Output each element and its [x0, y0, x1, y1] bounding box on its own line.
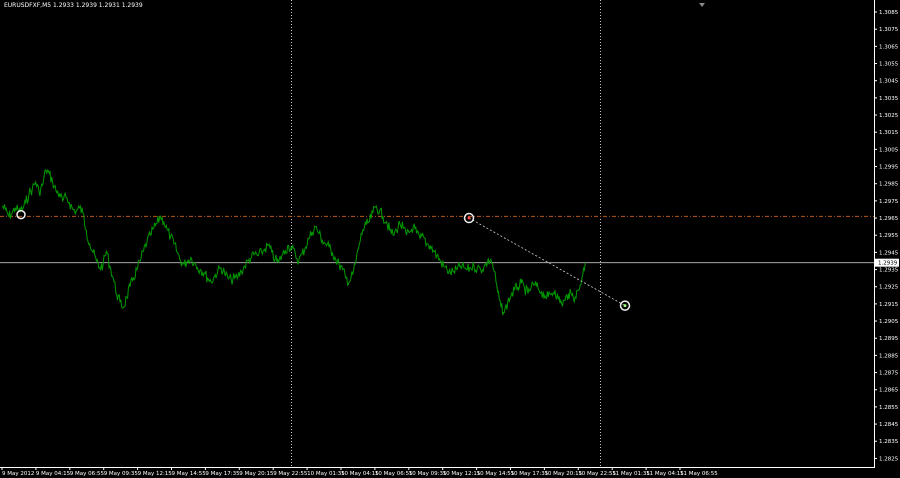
x-tick-label: 11 May 06:55	[680, 471, 718, 477]
x-tick-label: 10 May 09:35	[409, 471, 447, 477]
y-tick-label: 1.3065	[879, 44, 899, 50]
x-tick-label: 9 May 2012	[2, 471, 34, 477]
y-tick-label: 1.3075	[879, 27, 899, 33]
y-tick-label: 1.3015	[879, 130, 899, 136]
x-tick-label: 10 May 06:55	[375, 471, 413, 477]
axis-layer: 1.3085 1.3075 1.3065 1.3055 1.3045 1.3035 1.30…	[0, 0, 899, 477]
x-tick-label: 9 May 06:55	[70, 471, 105, 477]
x-tick-label: 10 May 20:15	[544, 471, 582, 477]
trade-entry-marker-dot	[467, 216, 471, 220]
y-tick-label: 1.3035	[879, 96, 899, 102]
y-tick-label: 1.2935	[879, 268, 899, 274]
y-tick-label: 1.3045	[879, 79, 899, 85]
time-scale: 9 May 2012 9 May 04:15 9 May 06:55 9 May 09…	[1, 467, 718, 477]
x-tick-label: 10 May 17:35	[511, 471, 549, 477]
y-tick-label: 1.2875	[879, 371, 899, 377]
x-tick-label: 10 May 14:55	[477, 471, 515, 477]
x-tick-label: 9 May 12:15	[138, 471, 173, 477]
y-tick-label: 1.2835	[879, 439, 899, 445]
current-price-box: 1.2939	[875, 258, 899, 267]
x-tick-label: 9 May 09:35	[104, 471, 139, 477]
y-tick-label: 1.2895	[879, 336, 899, 342]
y-tick-label: 1.2995	[879, 165, 899, 171]
x-tick-label: 11 May 04:15	[646, 471, 684, 477]
x-tick-label: 9 May 14:55	[172, 471, 207, 477]
x-tick-label: 9 May 04:15	[36, 471, 71, 477]
x-tick-label: 11 May 01:35	[612, 471, 650, 477]
price-chart[interactable]: 1.3085 1.3075 1.3065 1.3055 1.3045 1.3035 1.30…	[0, 0, 900, 478]
x-tick-label: 10 May 04:15	[341, 471, 379, 477]
y-tick-label: 1.2925	[879, 285, 899, 291]
y-tick-label: 1.2955	[879, 233, 899, 239]
x-tick-label: 10 May 01:35	[307, 471, 345, 477]
x-tick-label: 9 May 17:35	[205, 471, 240, 477]
y-tick-label: 1.3085	[879, 10, 899, 16]
y-tick-label: 1.3025	[879, 113, 899, 119]
price-scale: 1.3085 1.3075 1.3065 1.3055 1.3045 1.3035 1.30…	[874, 10, 899, 462]
y-tick-label: 1.2885	[879, 353, 899, 359]
x-tick-label: 10 May 12:15	[443, 471, 481, 477]
trade-exit-marker-dot	[623, 304, 627, 308]
y-tick-label: 1.2915	[879, 302, 899, 308]
x-tick-label: 10 May 22:55	[578, 471, 616, 477]
y-tick-label: 1.2945	[879, 250, 899, 256]
y-tick-label: 1.2965	[879, 216, 899, 222]
y-tick-label: 1.2985	[879, 182, 899, 188]
current-price-label: 1.2939	[878, 261, 898, 267]
grid-layer	[291, 0, 601, 467]
y-tick-label: 1.3005	[879, 147, 899, 153]
chart-window[interactable]: EURUSDFXF,M5 1.2933 1.2939 1.2931 1.2939…	[0, 0, 900, 478]
y-tick-label: 1.2975	[879, 199, 899, 205]
y-tick-label: 1.2855	[879, 405, 899, 411]
y-tick-label: 1.2905	[879, 319, 899, 325]
shift-marker-icon[interactable]	[699, 3, 705, 7]
y-tick-label: 1.3055	[879, 62, 899, 68]
y-tick-label: 1.2845	[879, 422, 899, 428]
x-tick-label: 9 May 20:15	[239, 471, 274, 477]
x-tick-label: 9 May 22:55	[273, 471, 308, 477]
y-tick-label: 1.2825	[879, 456, 899, 462]
price-series-line	[1, 169, 586, 316]
y-tick-label: 1.2865	[879, 388, 899, 394]
